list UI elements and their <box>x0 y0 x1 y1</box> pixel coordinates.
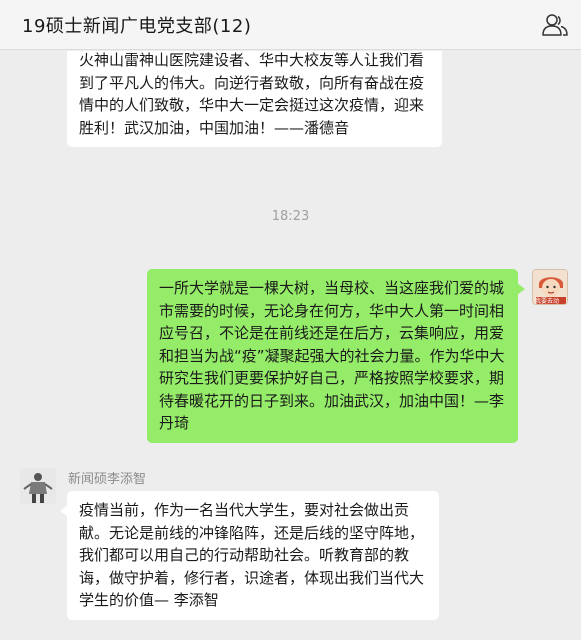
chat-header: 19硕士新闻广电党支部(12) <box>0 0 581 50</box>
sender-avatar[interactable] <box>20 468 56 504</box>
message-text: 疫情当前，作为一名当代大学生，要对社会做出贡献。无论是前线的冲锋陷阵，还是后线的… <box>79 501 425 609</box>
message-text: 火神山雷神山医院建设者、华中大校友等人让我们看到了平凡人的伟大。向逆行者致敬，向… <box>79 51 425 137</box>
message-list[interactable]: 火神山雷神山医院建设者、华中大校友等人让我们看到了平凡人的伟大。向逆行者致敬，向… <box>0 51 581 640</box>
message-bubble-incoming[interactable]: 疫情当前，作为一名当代大学生，要对社会做出贡献。无论是前线的冲锋陷阵，还是后线的… <box>60 491 439 620</box>
message-bubble-outgoing[interactable]: 一所大学就是一棵大树，当母校、当这座我们爱的城市需要的时候，无论身在何方，华中大… <box>147 269 525 443</box>
message-text: 一所大学就是一棵大树，当母校、当这座我们爱的城市需要的时候，无论身在何方，华中大… <box>159 279 505 432</box>
message-timestamp: 18:23 <box>271 209 310 224</box>
my-avatar[interactable]: 我要去动 <box>532 269 568 305</box>
group-members-button[interactable] <box>539 10 571 40</box>
avatar-caption: 我要去动 <box>535 298 560 305</box>
sender-name: 新闻硕李添智 <box>68 472 147 487</box>
message-bubble-incoming[interactable]: 火神山雷神山医院建设者、华中大校友等人让我们看到了平凡人的伟大。向逆行者致敬，向… <box>67 51 442 147</box>
chat-title: 19硕士新闻广电党支部(12) <box>22 16 252 37</box>
members-icon <box>542 14 568 36</box>
avatar-image <box>20 468 56 504</box>
